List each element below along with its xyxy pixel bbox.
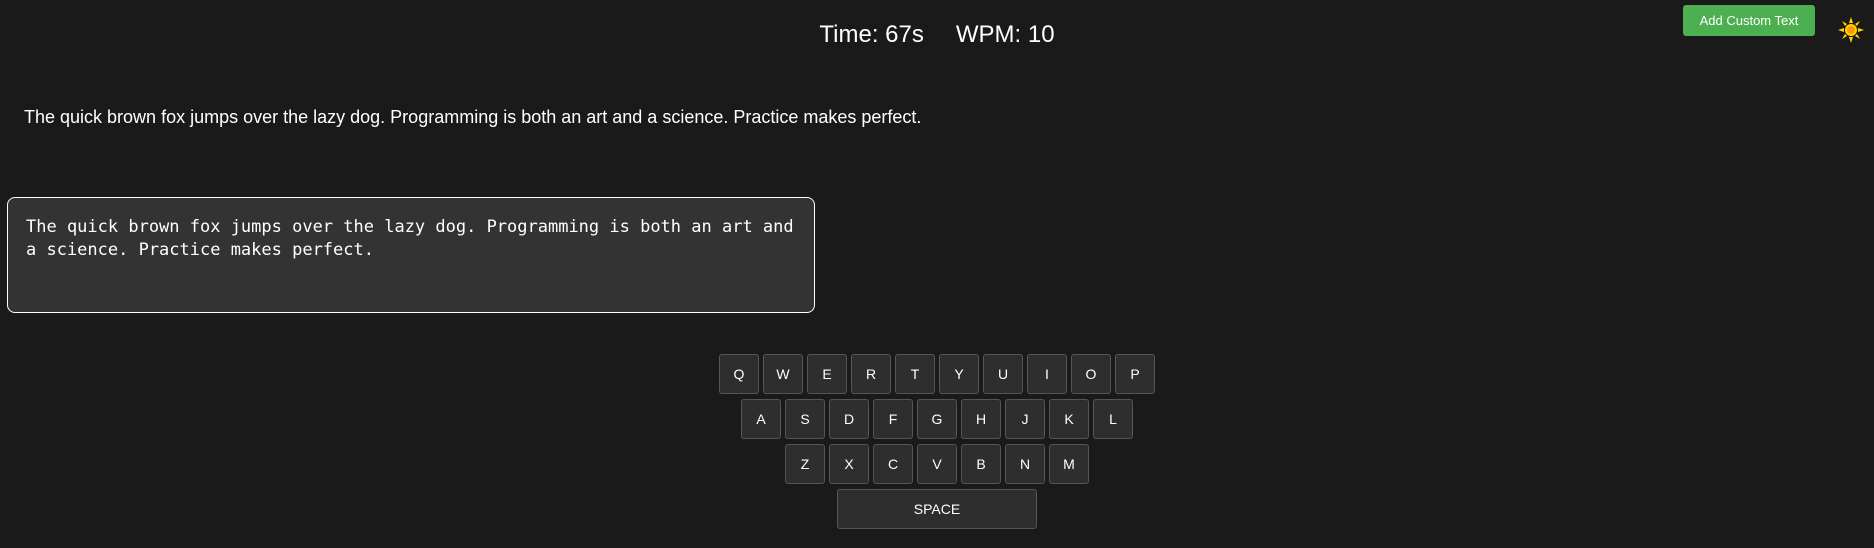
key-d[interactable]: D <box>829 399 869 439</box>
add-custom-text-button[interactable]: Add Custom Text <box>1683 5 1815 36</box>
key-o[interactable]: O <box>1071 354 1111 394</box>
key-x[interactable]: X <box>829 444 869 484</box>
key-e[interactable]: E <box>807 354 847 394</box>
key-k[interactable]: K <box>1049 399 1089 439</box>
key-s[interactable]: S <box>785 399 825 439</box>
key-i[interactable]: I <box>1027 354 1067 394</box>
key-b[interactable]: B <box>961 444 1001 484</box>
key-j[interactable]: J <box>1005 399 1045 439</box>
sun-icon[interactable] <box>1838 17 1864 43</box>
keyboard-row-space: SPACE <box>0 489 1874 529</box>
key-a[interactable]: A <box>741 399 781 439</box>
key-w[interactable]: W <box>763 354 803 394</box>
key-m[interactable]: M <box>1049 444 1089 484</box>
key-p[interactable]: P <box>1115 354 1155 394</box>
sample-text: The quick brown fox jumps over the lazy … <box>24 107 922 127</box>
key-t[interactable]: T <box>895 354 935 394</box>
key-l[interactable]: L <box>1093 399 1133 439</box>
keyboard-row-1: Q W E R T Y U I O P <box>0 354 1874 394</box>
key-c[interactable]: C <box>873 444 913 484</box>
key-h[interactable]: H <box>961 399 1001 439</box>
virtual-keyboard: Q W E R T Y U I O P A S D F G H J K L Z … <box>0 354 1874 534</box>
key-f[interactable]: F <box>873 399 913 439</box>
typing-input[interactable] <box>7 197 815 313</box>
key-v[interactable]: V <box>917 444 957 484</box>
key-q[interactable]: Q <box>719 354 759 394</box>
key-u[interactable]: U <box>983 354 1023 394</box>
space-key[interactable]: SPACE <box>837 489 1037 529</box>
stats-bar: Time: 67s WPM: 10 <box>0 20 1874 50</box>
wpm-display: WPM: 10 <box>955 21 1055 48</box>
key-n[interactable]: N <box>1005 444 1045 484</box>
key-y[interactable]: Y <box>939 354 979 394</box>
key-r[interactable]: R <box>851 354 891 394</box>
timer-display: Time: 67s <box>819 21 924 48</box>
key-g[interactable]: G <box>917 399 957 439</box>
keyboard-row-3: Z X C V B N M <box>0 444 1874 484</box>
key-z[interactable]: Z <box>785 444 825 484</box>
keyboard-row-2: A S D F G H J K L <box>0 399 1874 439</box>
